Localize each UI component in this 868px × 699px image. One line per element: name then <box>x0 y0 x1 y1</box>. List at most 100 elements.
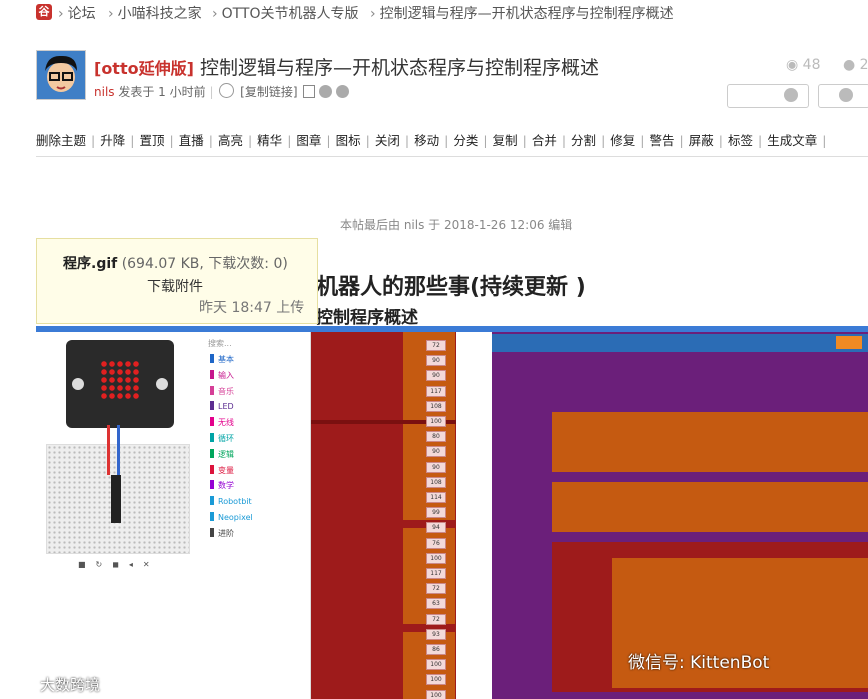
admin-action-16[interactable]: 屏蔽 <box>689 133 714 148</box>
number-block: 90 <box>426 446 446 458</box>
attachment-image[interactable]: ■↻◼◂✕ 搜索... 基本输入音乐 LED 无线循环逻辑变量数学 Robotbit N… <box>36 326 868 699</box>
admin-action-6[interactable]: 图章 <box>296 133 321 148</box>
palette-item[interactable]: 变量 <box>210 464 234 476</box>
simulator-controls[interactable]: ■↻◼◂✕ <box>78 560 160 569</box>
palette-item-label: 基本 <box>218 355 234 364</box>
palette-item[interactable]: 逻辑 <box>210 448 234 460</box>
attachment-filename[interactable]: 程序.gif <box>63 256 117 272</box>
forum-logo-icon[interactable]: 谷 <box>36 4 52 20</box>
palette-item[interactable]: LED <box>210 401 234 411</box>
workspace-gap <box>456 332 492 699</box>
admin-action-7[interactable]: 图标 <box>336 133 361 148</box>
admin-action-18[interactable]: 生成文章 <box>767 133 817 148</box>
admin-separator: | <box>601 133 606 148</box>
breadcrumb-item-board[interactable]: › OTTO关节机器人专版 <box>212 3 359 23</box>
palette-search[interactable]: 搜索... <box>208 338 232 349</box>
admin-separator: | <box>640 133 645 148</box>
admin-separator: | <box>561 133 567 148</box>
number-block: 100 <box>426 689 446 699</box>
palette-item[interactable]: 输入 <box>210 369 234 381</box>
palette-item-label: 逻辑 <box>218 449 234 459</box>
admin-action-9[interactable]: 移动 <box>414 133 439 148</box>
number-block: 99 <box>426 507 446 519</box>
number-block: 108 <box>426 400 446 412</box>
favorite-button[interactable] <box>727 84 809 108</box>
palette-item[interactable]: Robotbit <box>210 496 252 506</box>
thread-tag[interactable]: [otto延伸版] <box>94 59 194 78</box>
palette-item[interactable]: 基本 <box>210 354 234 365</box>
admin-action-1[interactable]: 升降 <box>100 133 125 148</box>
admin-action-5[interactable]: 精华 <box>257 133 282 148</box>
prev-thread-icon[interactable] <box>319 85 333 98</box>
palette-item[interactable]: Neopixel <box>210 512 253 522</box>
admin-action-2[interactable]: 置顶 <box>139 133 164 148</box>
post-meta: nils 发表于 1 小时前 | [复制链接] <box>94 83 350 100</box>
post-time: 发表于 1 小时前 <box>118 85 206 99</box>
avatar[interactable] <box>36 50 86 100</box>
admin-separator: | <box>247 133 253 148</box>
palette-item-label: 数学 <box>218 481 234 491</box>
content-subheading: 控制程序概述 <box>316 308 418 328</box>
palette-item[interactable]: 无线 <box>210 417 234 428</box>
content-heading: 机器人的那些事(持续更新 ) <box>316 275 586 300</box>
code-block <box>552 412 868 472</box>
palette-item-label: Robotbit <box>218 497 252 507</box>
palette-item[interactable]: 进阶 <box>210 527 234 539</box>
breadcrumb-item-section[interactable]: › 小喵科技之家 <box>108 3 202 23</box>
palette-color-icon <box>210 448 214 458</box>
admin-separator: | <box>679 133 684 148</box>
edited-note: 本帖最后由 nils 于 2018-1-26 12:06 编辑 <box>340 218 573 232</box>
admin-action-11[interactable]: 复制 <box>493 133 518 148</box>
palette-item-label: LED <box>218 402 234 412</box>
number-block: 72 <box>426 340 446 351</box>
admin-action-10[interactable]: 分类 <box>453 133 478 148</box>
wechat-watermark: 微信号: KittenBot <box>628 653 770 673</box>
copy-link[interactable]: [复制链接] <box>240 85 297 99</box>
admin-action-12[interactable]: 合并 <box>532 133 557 148</box>
breadcrumb-item-thread[interactable]: › 控制逻辑与程序—开机状态程序与控制程序概述 <box>370 3 674 23</box>
author-link[interactable]: nils <box>94 85 115 99</box>
admin-separator: | <box>444 133 449 148</box>
share-button[interactable] <box>818 84 868 108</box>
admin-action-13[interactable]: 分割 <box>571 133 596 148</box>
number-block: 100 <box>426 674 446 686</box>
admin-action-15[interactable]: 警告 <box>650 133 675 148</box>
attachment-size: (694.07 KB, 下载次数: 0) <box>121 256 288 272</box>
palette-item-label: 音乐 <box>218 386 234 396</box>
admin-action-3[interactable]: 直播 <box>179 133 204 148</box>
thread-title: [otto延伸版] 控制逻辑与程序—开机状态程序与控制程序概述 <box>94 53 599 80</box>
palette-item[interactable]: 音乐 <box>210 385 234 397</box>
number-block: 100 <box>426 416 446 427</box>
download-attachment-link[interactable]: 下载附件 <box>147 276 203 296</box>
number-block: 90 <box>426 355 446 367</box>
admin-separator: | <box>130 133 135 148</box>
admin-separator: | <box>822 133 827 148</box>
number-block: 94 <box>426 522 446 534</box>
admin-action-14[interactable]: 修复 <box>610 133 635 148</box>
palette-color-icon <box>210 385 214 395</box>
number-block: 90 <box>426 461 446 473</box>
breadcrumb-item-forum[interactable]: › 论坛 <box>58 3 96 23</box>
palette-color-icon <box>210 496 214 506</box>
admin-separator: | <box>326 133 331 148</box>
admin-action-17[interactable]: 标签 <box>728 133 753 148</box>
admin-action-8[interactable]: 关闭 <box>375 133 400 148</box>
admin-separator: | <box>365 133 370 148</box>
palette-item[interactable]: 数学 <box>210 480 234 491</box>
thread-title-text: 控制逻辑与程序—开机状态程序与控制程序概述 <box>199 57 599 79</box>
admin-action-4[interactable]: 高亮 <box>218 133 243 148</box>
admin-separator: | <box>169 133 174 148</box>
palette-item[interactable]: 循环 <box>210 433 234 444</box>
editor-button[interactable] <box>836 336 862 349</box>
attachment-tooltip: 程序.gif (694.07 KB, 下载次数: 0) 下载附件 昨天 18:4… <box>36 238 318 324</box>
number-block: 80 <box>426 431 446 443</box>
palette-item-label: Neopixel <box>218 513 253 522</box>
comment-icon: ● <box>842 57 856 73</box>
admin-action-bar: 删除主题 | 升降 | 置顶 | 直播 | 高亮 | 精华 | 图章 | 图标 | 关闭 | 移动 | 分类 | 复制 | 合并… <box>36 130 831 149</box>
thread-stats: ◉ 48 ● 2 <box>786 57 868 73</box>
palette-item-label: 无线 <box>218 418 234 428</box>
editor-toolbar <box>492 334 868 352</box>
next-thread-icon[interactable] <box>336 85 350 98</box>
print-icon[interactable] <box>303 85 316 98</box>
admin-action-0[interactable]: 删除主题 <box>36 133 86 148</box>
